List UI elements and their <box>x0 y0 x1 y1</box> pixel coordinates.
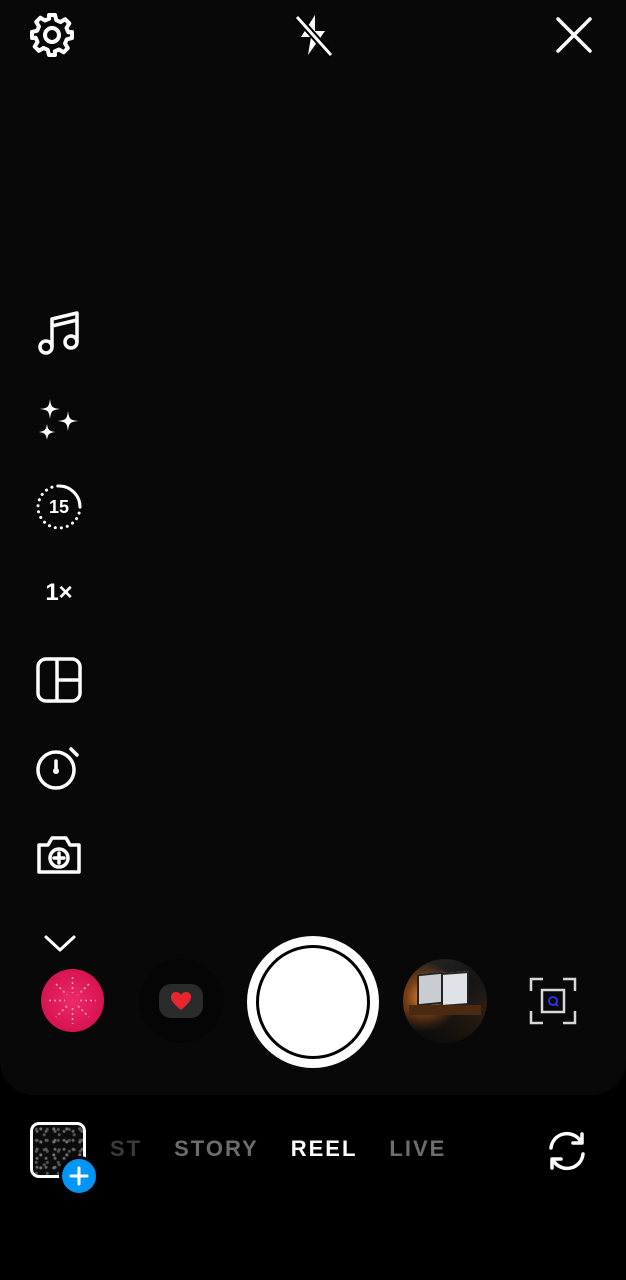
plus-icon[interactable] <box>59 1156 99 1196</box>
music-note-icon[interactable] <box>31 304 87 360</box>
speed-label: 1× <box>45 579 73 606</box>
monitor-right <box>441 971 469 1007</box>
shutter-button[interactable] <box>247 936 379 1068</box>
dual-camera-icon[interactable] <box>31 826 87 882</box>
mode-reel[interactable]: REEL <box>291 1136 358 1162</box>
flash-off-icon[interactable] <box>285 7 341 63</box>
pink-burst-effect[interactable] <box>41 969 104 1032</box>
mode-story[interactable]: STORY <box>174 1136 259 1162</box>
shutter-ring <box>256 945 370 1059</box>
length-selector[interactable]: 15 <box>31 479 87 535</box>
heart-effect[interactable] <box>139 959 223 1043</box>
heart-chip <box>159 984 203 1018</box>
mode-selector[interactable]: ST STORY REEL LIVE <box>110 1132 446 1166</box>
mode-post[interactable]: ST <box>110 1136 142 1162</box>
camera-viewfinder[interactable] <box>0 0 626 1095</box>
scan-frame-icon[interactable] <box>529 977 577 1025</box>
sparkles-icon[interactable] <box>31 392 87 448</box>
photo-effect[interactable] <box>403 959 487 1043</box>
heart-icon <box>171 992 191 1010</box>
layout-grid-icon[interactable] <box>31 652 87 708</box>
desk <box>409 1005 481 1015</box>
length-label: 15 <box>48 496 70 517</box>
monitor-left <box>417 971 443 1007</box>
timer-icon[interactable] <box>31 739 87 795</box>
gear-icon[interactable] <box>24 7 80 63</box>
close-icon[interactable] <box>546 7 602 63</box>
flip-camera-icon[interactable] <box>542 1126 592 1176</box>
chevron-down-icon[interactable] <box>40 928 80 958</box>
speed-selector[interactable]: 1× <box>31 565 87 621</box>
burst-icon <box>49 977 96 1024</box>
mode-live[interactable]: LIVE <box>389 1136 446 1162</box>
